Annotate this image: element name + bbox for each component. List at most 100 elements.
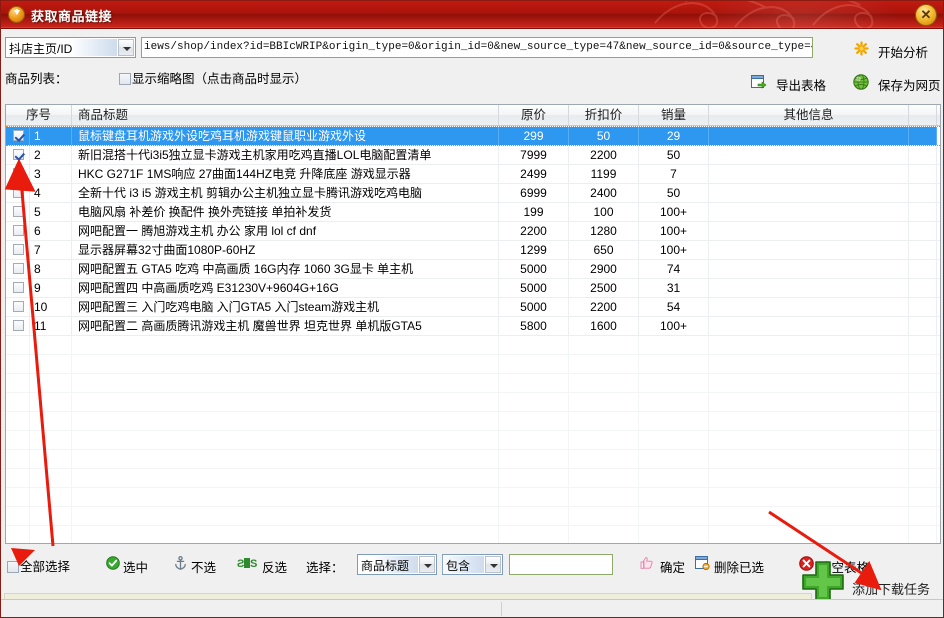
row-checkbox[interactable] <box>13 149 24 160</box>
row-checkbox-cell[interactable] <box>6 298 30 316</box>
filter-label: 选择： <box>306 557 344 576</box>
table-row-empty[interactable] <box>6 431 940 450</box>
row-checkbox[interactable] <box>13 282 24 293</box>
save-webpage-globe-icon <box>853 74 869 90</box>
close-button[interactable]: ✕ <box>915 4 937 26</box>
chevron-down-icon[interactable] <box>485 556 501 573</box>
column-header-title[interactable]: 商品标题 <box>72 105 499 125</box>
confirm-button[interactable]: 确定 <box>660 557 685 576</box>
table-row-empty[interactable] <box>6 412 940 431</box>
table-row[interactable]: 2新旧混搭十代i3i5独立显卡游戏主机家用吃鸡直播LOL电脑配置清单799922… <box>6 146 940 165</box>
table-row-empty[interactable] <box>6 374 940 393</box>
table-row-empty[interactable] <box>6 450 940 469</box>
row-checkbox[interactable] <box>13 301 24 312</box>
table-row[interactable]: 11网吧配置二 高画质腾讯游戏主机 魔兽世界 坦克世界 单机版GTA558001… <box>6 317 940 336</box>
table-row[interactable]: 5电脑风扇 补差价 换配件 换外壳链接 单拍补发货199100100+ <box>6 203 940 222</box>
select-all-checkbox[interactable]: 全部选择 <box>7 556 70 575</box>
row-sales: 100+ <box>639 203 709 221</box>
row-tail <box>909 317 937 335</box>
column-header-index[interactable]: 序号 <box>6 105 72 125</box>
column-header-original-price[interactable]: 原价 <box>499 105 569 125</box>
select-all-label: 全部选择 <box>20 560 70 574</box>
select-checked-button[interactable]: 选中 <box>123 557 148 576</box>
filter-field-select[interactable]: 商品标题 <box>357 554 437 575</box>
empty-cell <box>6 507 30 525</box>
empty-cell <box>499 488 569 506</box>
show-thumbnail-label: 显示缩略图（点击商品时显示） <box>132 72 307 86</box>
table-row[interactable]: 10网吧配置三 入门吃鸡电脑 入门GTA5 入门steam游戏主机5000220… <box>6 298 940 317</box>
row-checkbox-cell[interactable] <box>6 165 30 183</box>
source-type-select[interactable]: 抖店主页/ID <box>5 37 136 58</box>
unselect-button[interactable]: 不选 <box>191 557 216 576</box>
row-checkbox[interactable] <box>13 263 24 274</box>
chevron-down-icon[interactable] <box>419 556 435 573</box>
empty-cell <box>909 507 937 525</box>
row-checkbox[interactable] <box>13 206 24 217</box>
row-checkbox[interactable] <box>13 168 24 179</box>
row-checkbox[interactable] <box>13 244 24 255</box>
row-index: 5 <box>30 203 72 221</box>
row-checkbox-cell[interactable] <box>6 241 30 259</box>
table-row[interactable]: 8网吧配置五 GTA5 吃鸡 中高画质 16G内存 1060 3G显卡 单主机5… <box>6 260 940 279</box>
row-title: HKC G271F 1MS响应 27曲面144HZ电竞 升降底座 游戏显示器 <box>72 165 499 183</box>
column-header-other-info[interactable]: 其他信息 <box>709 105 909 125</box>
table-row-empty[interactable] <box>6 336 940 355</box>
table-row[interactable]: 4全新十代 i3 i5 游戏主机 剪辑办公主机独立显卡腾讯游戏吃鸡电脑69992… <box>6 184 940 203</box>
save-webpage-button[interactable]: 保存为网页 <box>878 75 941 94</box>
empty-cell <box>639 393 709 411</box>
add-download-task-label[interactable]: 添加下载任务 <box>852 579 930 598</box>
empty-cell <box>6 526 30 544</box>
row-sales: 100+ <box>639 222 709 240</box>
row-checkbox[interactable] <box>13 130 24 141</box>
empty-cell <box>30 374 72 392</box>
row-checkbox[interactable] <box>13 187 24 198</box>
table-row-empty[interactable] <box>6 355 940 374</box>
table-row[interactable]: 7显示器屏幕32寸曲面1080P-60HZ1299650100+ <box>6 241 940 260</box>
delete-selected-button[interactable]: 删除已选 <box>714 557 764 576</box>
empty-cell <box>909 469 937 487</box>
filter-keyword-input[interactable] <box>509 554 613 575</box>
show-thumbnail-checkbox[interactable]: 显示缩略图（点击商品时显示） <box>119 68 307 87</box>
title-bar: 获取商品链接 ✕ <box>1 1 944 29</box>
table-row[interactable]: 1鼠标键盘耳机游戏外设吃鸡耳机游戏键鼠职业游戏外设2995029 <box>6 126 940 146</box>
url-input[interactable]: iews/shop/index?id=BBIcWRIP&origin_type=… <box>141 37 813 58</box>
invert-selection-button[interactable]: 反选 <box>262 557 287 576</box>
row-checkbox-cell[interactable] <box>6 127 30 145</box>
table-row-empty[interactable] <box>6 469 940 488</box>
empty-cell <box>909 393 937 411</box>
row-original-price: 299 <box>499 127 569 145</box>
row-checkbox-cell[interactable] <box>6 203 30 221</box>
empty-cell <box>569 431 639 449</box>
table-row[interactable]: 9网吧配置四 中高画质吃鸡 E31230V+9604G+16G500025003… <box>6 279 940 298</box>
start-analyze-button[interactable]: 开始分析 <box>878 42 928 61</box>
empty-cell <box>499 469 569 487</box>
row-checkbox-cell[interactable] <box>6 222 30 240</box>
empty-cell <box>639 488 709 506</box>
row-checkbox-cell[interactable] <box>6 317 30 335</box>
empty-cell <box>499 507 569 525</box>
empty-cell <box>499 412 569 430</box>
table-row-empty[interactable] <box>6 526 940 544</box>
empty-cell <box>6 450 30 468</box>
empty-cell <box>72 450 499 468</box>
column-header-discount-price[interactable]: 折扣价 <box>569 105 639 125</box>
source-type-value: 抖店主页/ID <box>9 40 72 57</box>
empty-cell <box>569 355 639 373</box>
table-row-empty[interactable] <box>6 507 940 526</box>
row-checkbox-cell[interactable] <box>6 184 30 202</box>
table-row-empty[interactable] <box>6 393 940 412</box>
empty-cell <box>499 526 569 544</box>
table-row-empty[interactable] <box>6 488 940 507</box>
row-checkbox-cell[interactable] <box>6 260 30 278</box>
row-checkbox-cell[interactable] <box>6 146 30 164</box>
filter-match-select[interactable]: 包含 <box>442 554 503 575</box>
column-header-sales[interactable]: 销量 <box>639 105 709 125</box>
row-checkbox-cell[interactable] <box>6 279 30 297</box>
table-row[interactable]: 3HKC G271F 1MS响应 27曲面144HZ电竞 升降底座 游戏显示器2… <box>6 165 940 184</box>
export-table-button[interactable]: 导出表格 <box>776 75 826 94</box>
row-checkbox[interactable] <box>13 225 24 236</box>
row-checkbox[interactable] <box>13 320 24 331</box>
empty-cell <box>569 469 639 487</box>
table-row[interactable]: 6网吧配置一 腾旭游戏主机 办公 家用 lol cf dnf2200128010… <box>6 222 940 241</box>
chevron-down-icon[interactable] <box>118 39 134 56</box>
